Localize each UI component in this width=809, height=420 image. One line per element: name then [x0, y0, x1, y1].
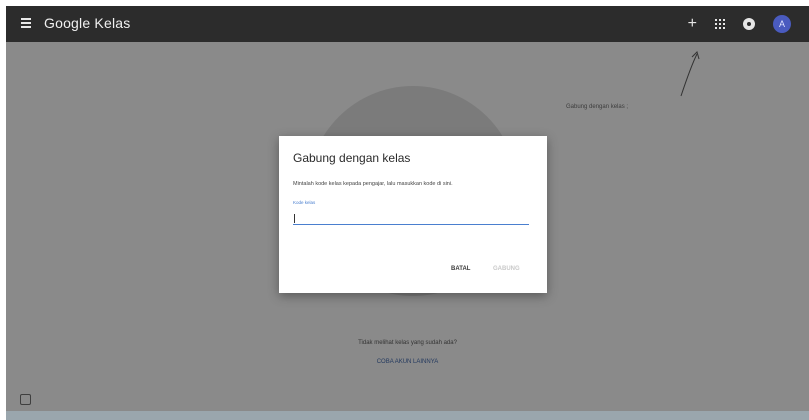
account-avatar[interactable]: A	[773, 15, 791, 33]
help-icon[interactable]	[20, 394, 31, 405]
class-code-label: Kode kelas	[293, 200, 316, 205]
dialog-instruction: Mintalah kode kelas kepada pengajar, lal…	[293, 181, 453, 187]
class-code-input[interactable]	[293, 212, 529, 225]
menu-icon[interactable]	[21, 18, 31, 28]
plus-icon[interactable]: +	[688, 15, 697, 33]
switch-account-link[interactable]: COBA AKUN LAINNYA	[6, 359, 809, 365]
empty-state-message: Tidak melihat kelas yang sudah ada?	[358, 340, 457, 346]
join-button[interactable]: GABUNG	[493, 266, 520, 272]
dialog-title: Gabung dengan kelas	[293, 151, 411, 165]
text-cursor	[294, 214, 295, 223]
app-frame: Google Kelas + A Gabung dengan kelas ; T…	[6, 6, 809, 420]
app-title[interactable]: Google Kelas	[44, 15, 130, 31]
hint-arrow-icon	[680, 51, 700, 97]
cancel-button[interactable]: BATAL	[451, 266, 470, 272]
apps-grid-icon[interactable]	[715, 19, 725, 29]
join-class-hint: Gabung dengan kelas ;	[566, 104, 629, 110]
top-bar-actions: + A	[670, 6, 791, 42]
top-app-bar: Google Kelas + A	[6, 6, 809, 42]
join-class-dialog: Gabung dengan kelas Mintalah kode kelas …	[279, 136, 547, 293]
settings-gear-icon[interactable]	[743, 18, 755, 30]
footer-strip	[6, 411, 809, 420]
